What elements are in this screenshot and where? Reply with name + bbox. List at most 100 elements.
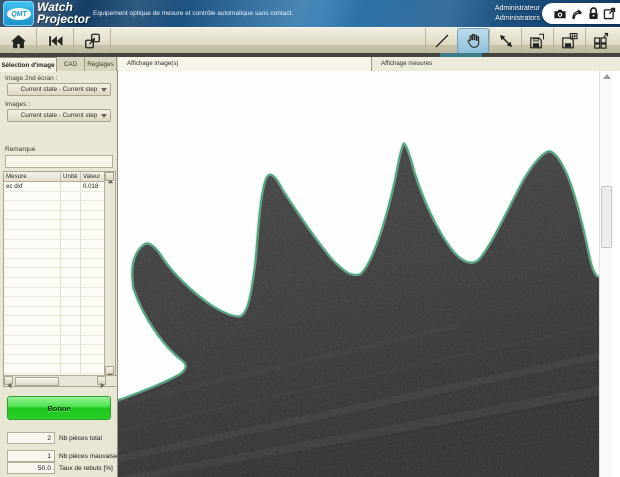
rewind-icon <box>47 34 64 48</box>
save-screen-button[interactable] <box>553 28 585 54</box>
table-row[interactable] <box>4 326 104 336</box>
table-cell <box>81 201 104 210</box>
image-vertical-scrollbar[interactable] <box>599 71 613 477</box>
user-role: Administrateur Administrators <box>495 4 540 24</box>
scroll-up-icon[interactable] <box>603 74 611 79</box>
table-cell <box>81 297 104 306</box>
home-button[interactable] <box>0 28 37 54</box>
chevron-down-icon <box>101 114 107 118</box>
move-resize-button[interactable] <box>489 28 521 54</box>
table-cell <box>61 182 81 191</box>
table-cell <box>4 336 61 345</box>
remark-label: Remarque <box>5 146 35 153</box>
go-first-button[interactable] <box>37 28 74 54</box>
table-row[interactable] <box>4 288 104 298</box>
table-row[interactable] <box>4 201 104 211</box>
table-row[interactable] <box>4 345 104 355</box>
home-icon <box>10 34 27 49</box>
table-row[interactable] <box>4 220 104 230</box>
table-row[interactable]: ec dxf 0.018 <box>4 182 104 192</box>
image-canvas[interactable] <box>118 71 599 477</box>
hand-icon <box>465 32 482 50</box>
image-2nd-label: Image 2nd écran : <box>5 75 57 82</box>
table-cell <box>4 268 61 277</box>
table-row[interactable] <box>4 259 104 269</box>
images-label: Images : <box>5 101 30 108</box>
table-cell <box>81 326 104 335</box>
table-row[interactable] <box>4 297 104 307</box>
header-bar: QMT Watch Projector Equipement optique d… <box>0 0 620 27</box>
table-row[interactable] <box>4 240 104 250</box>
table-row[interactable] <box>4 268 104 278</box>
tab-cad[interactable]: CAD <box>57 57 85 71</box>
main-area: Affichage image(s) Affichage mesures <box>118 57 620 477</box>
stat-bad-pieces: 1 Nb pièces mauvaise(s) <box>7 450 125 462</box>
table-cell <box>81 336 104 345</box>
table-row[interactable] <box>4 355 104 365</box>
tab-affichage-mesures[interactable]: Affichage mesures <box>372 57 620 71</box>
gear-image <box>118 71 599 477</box>
tab-selection-image[interactable]: Sélection d'image <box>0 57 57 72</box>
status-pill <box>542 3 620 24</box>
image-2nd-dropdown[interactable]: Current state - Current step <box>7 83 111 96</box>
stat-reject-rate: 50.0 Taux de rebuts [%] <box>7 462 113 474</box>
table-cell <box>4 201 61 210</box>
pan-tool-button[interactable] <box>457 28 489 54</box>
images-dropdown[interactable]: Current state - Current step <box>7 109 111 122</box>
table-vertical-scrollbar[interactable] <box>104 172 115 375</box>
qmt-logo-text: QMT <box>11 11 27 18</box>
table-cell <box>61 249 81 258</box>
tab-reglages[interactable]: Réglages <box>85 57 117 71</box>
table-cell <box>61 297 81 306</box>
table-row[interactable] <box>4 307 104 317</box>
table-cell <box>4 230 61 239</box>
good-part-button[interactable]: Bonne <box>7 396 111 420</box>
remark-input[interactable] <box>5 155 113 168</box>
table-horizontal-scrollbar[interactable] <box>4 375 117 386</box>
line-icon <box>433 32 451 50</box>
table-cell <box>4 278 61 287</box>
table-row[interactable] <box>4 364 104 374</box>
measure-table-header[interactable]: Mesure Unité Valeur <box>4 172 104 182</box>
table-cell: ec dxf <box>4 182 61 191</box>
table-row[interactable] <box>4 192 104 202</box>
table-row[interactable] <box>4 336 104 346</box>
table-cell <box>81 364 104 373</box>
table-cell <box>4 220 61 229</box>
table-cell: 0.018 <box>81 182 104 191</box>
transfer-screen-button[interactable] <box>74 28 111 54</box>
scrollbar-thumb[interactable] <box>601 186 612 248</box>
table-cell <box>81 278 104 287</box>
reject-rate-value: 50.0 <box>7 462 55 474</box>
layout-grid-button[interactable] <box>585 28 617 54</box>
table-cell <box>61 230 81 239</box>
table-cell <box>4 345 61 354</box>
table-row[interactable] <box>4 316 104 326</box>
table-row[interactable] <box>4 211 104 221</box>
table-cell <box>4 316 61 325</box>
table-cell <box>81 192 104 201</box>
table-cell <box>61 211 81 220</box>
scrollbar-thumb[interactable] <box>15 377 59 386</box>
table-cell <box>61 316 81 325</box>
grid-export-icon <box>592 32 611 50</box>
chevron-down-icon <box>101 88 107 92</box>
measure-table-body: ec dxf 0.018 <box>4 182 104 374</box>
external-window-icon[interactable] <box>603 7 616 20</box>
table-cell <box>4 297 61 306</box>
camera-icon[interactable] <box>553 8 567 20</box>
lock-icon[interactable] <box>588 7 599 20</box>
line-tool-button[interactable] <box>425 28 457 54</box>
table-row[interactable] <box>4 278 104 288</box>
tab-affichage-images[interactable]: Affichage image(s) <box>118 57 372 71</box>
bad-pieces-value: 1 <box>7 450 55 462</box>
save-screen-icon <box>560 32 579 50</box>
save-report-button[interactable] <box>521 28 553 54</box>
table-cell <box>4 355 61 364</box>
table-cell <box>4 307 61 316</box>
table-row[interactable] <box>4 230 104 240</box>
table-row[interactable] <box>4 249 104 259</box>
table-cell <box>4 259 61 268</box>
satellite-icon[interactable] <box>571 8 584 20</box>
table-cell <box>81 355 104 364</box>
